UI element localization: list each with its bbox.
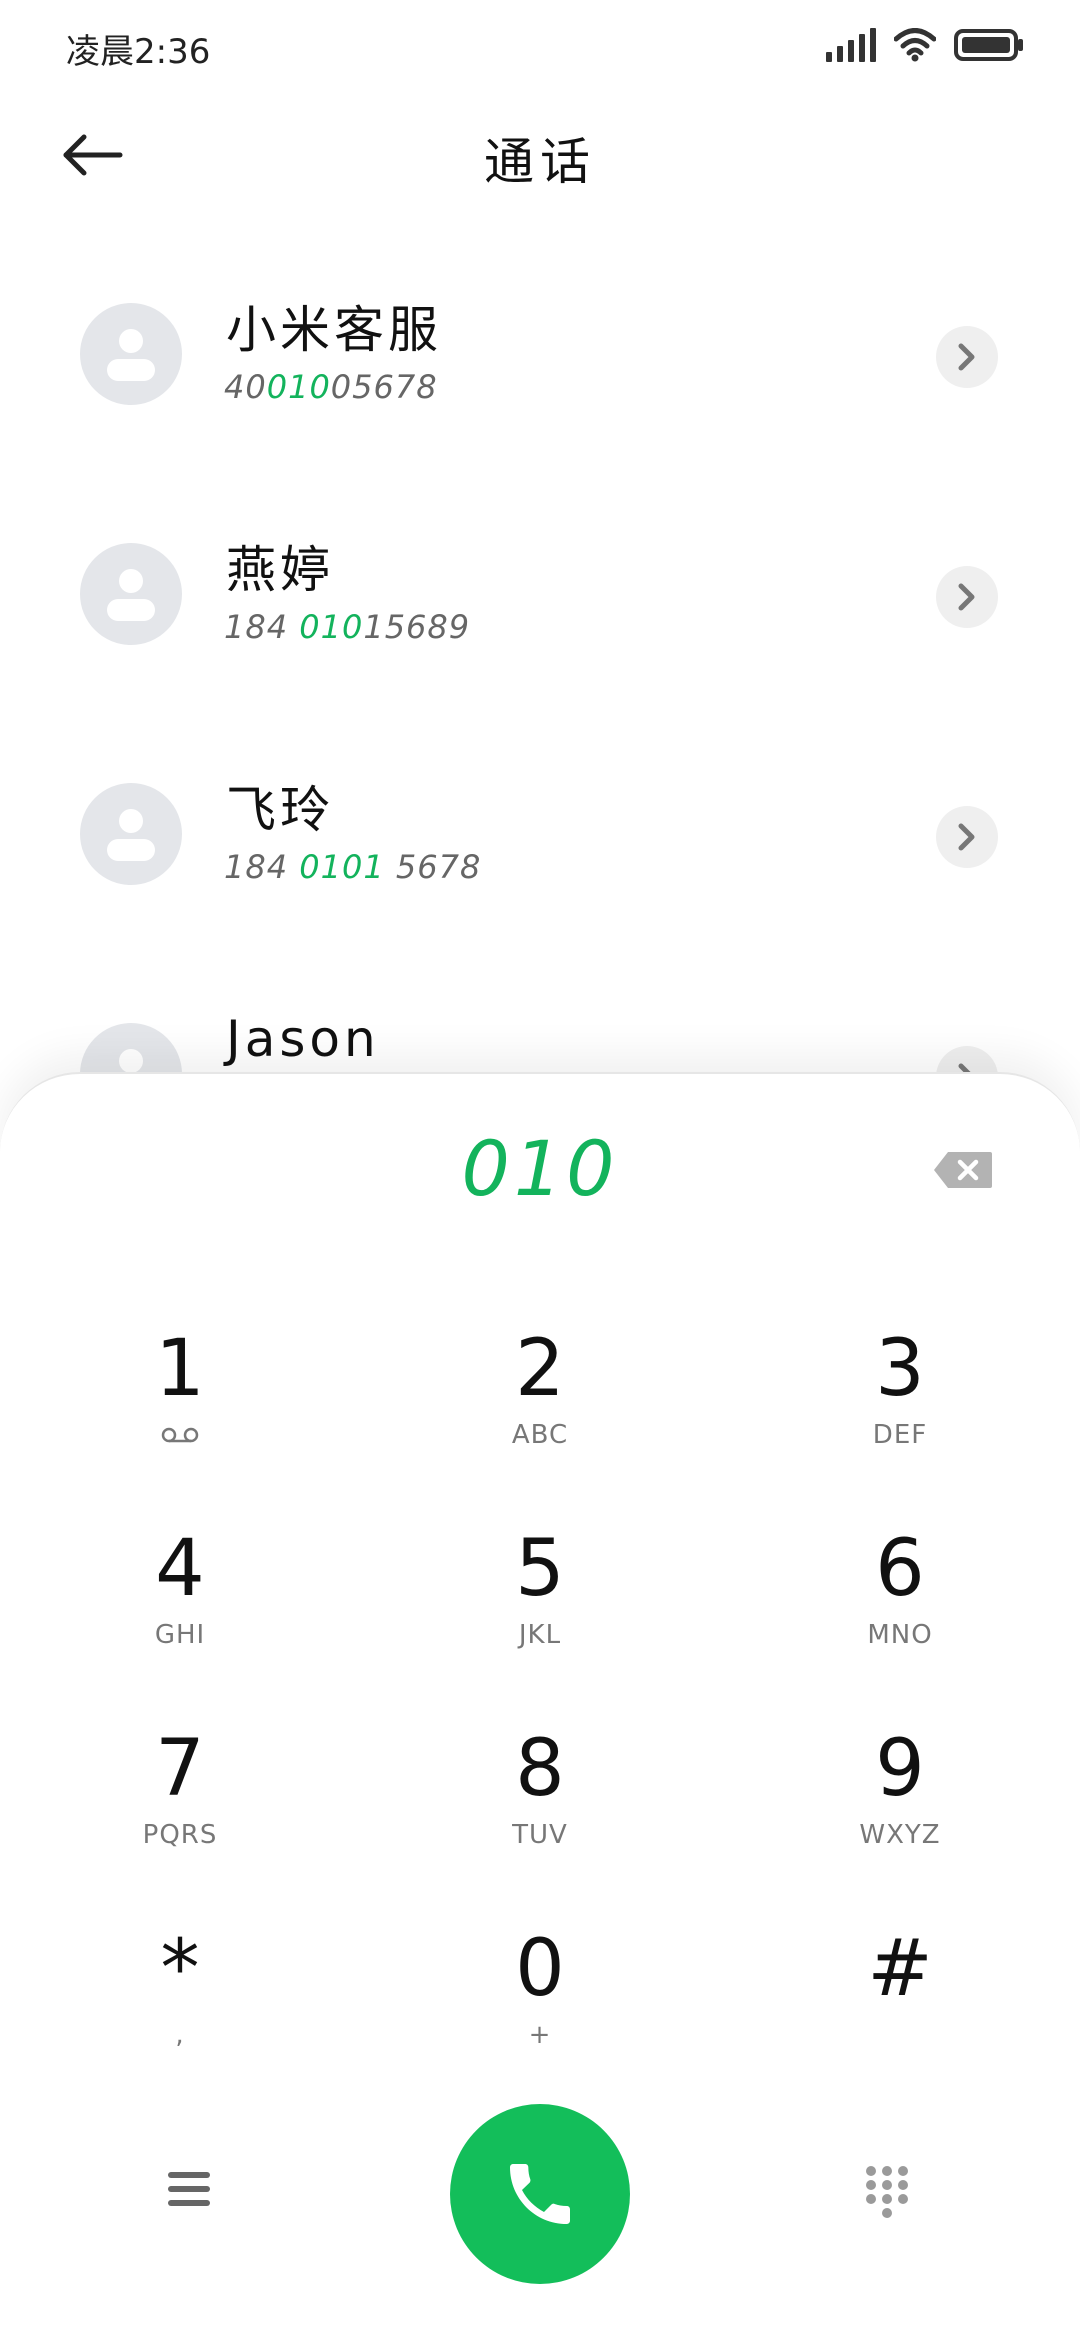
dialpad-toggle-button[interactable]	[866, 2166, 910, 2222]
chevron-right-icon	[958, 343, 975, 371]
backspace-button[interactable]	[932, 1150, 994, 1190]
contact-list: 小米客服 4001005678 燕婷 184 01015689 飞玲 184 0…	[0, 240, 1080, 1200]
header: 通话	[0, 100, 1080, 210]
key-4[interactable]: 4 GHI	[30, 1524, 330, 1704]
phone-icon	[510, 2164, 570, 2224]
key-6[interactable]: 6 MNO	[750, 1524, 1050, 1704]
key-2[interactable]: 2 ABC	[390, 1324, 690, 1504]
contact-number: 184 0101 5678	[224, 848, 482, 886]
status-bar: 凌晨2:36	[0, 0, 1080, 90]
contact-detail-button[interactable]	[936, 326, 998, 388]
key-3[interactable]: 3 DEF	[750, 1324, 1050, 1504]
contact-number: 4001005678	[224, 368, 438, 406]
bottom-bar	[0, 2100, 1080, 2300]
avatar	[80, 783, 182, 885]
call-button[interactable]	[450, 2104, 630, 2284]
signal-icon	[826, 28, 876, 62]
key-0[interactable]: 0 +	[390, 1924, 690, 2104]
contact-name: 小米客服	[226, 301, 442, 359]
page-title: 通话	[484, 133, 596, 191]
phone-screen: 凌晨2:36 通话 小米客服 4001005678 燕婷 184 0101568…	[0, 0, 1080, 2340]
contact-name: Jason	[226, 1010, 380, 1068]
backspace-icon	[934, 1152, 992, 1188]
avatar	[80, 303, 182, 405]
contact-detail-button[interactable]	[936, 566, 998, 628]
contact-item[interactable]: 飞玲 184 0101 5678	[0, 720, 1080, 960]
contact-item[interactable]: 小米客服 4001005678	[0, 240, 1080, 480]
voicemail-icon	[161, 1427, 199, 1443]
chevron-right-icon	[958, 583, 975, 611]
key-9[interactable]: 9 WXYZ	[750, 1724, 1050, 1904]
key-7[interactable]: 7 PQRS	[30, 1724, 330, 1904]
key-hash[interactable]: #	[750, 1924, 1050, 2104]
status-time: 凌晨2:36	[66, 32, 211, 72]
contact-detail-button[interactable]	[936, 806, 998, 868]
battery-icon	[954, 28, 1024, 62]
avatar	[80, 543, 182, 645]
key-1[interactable]: 1	[30, 1324, 330, 1504]
chevron-right-icon	[958, 823, 975, 851]
key-8[interactable]: 8 TUV	[390, 1724, 690, 1904]
wifi-icon	[894, 28, 936, 62]
key-star[interactable]: * ,	[30, 1924, 330, 2104]
contact-item[interactable]: 燕婷 184 01015689	[0, 480, 1080, 720]
contact-name: 飞玲	[226, 781, 334, 839]
status-icons	[826, 28, 1024, 62]
dialed-number: 010	[461, 1124, 619, 1213]
contact-number: 184 01015689	[224, 608, 471, 646]
key-5[interactable]: 5 JKL	[390, 1524, 690, 1704]
menu-button[interactable]	[168, 2172, 214, 2212]
contact-name: 燕婷	[226, 541, 334, 599]
